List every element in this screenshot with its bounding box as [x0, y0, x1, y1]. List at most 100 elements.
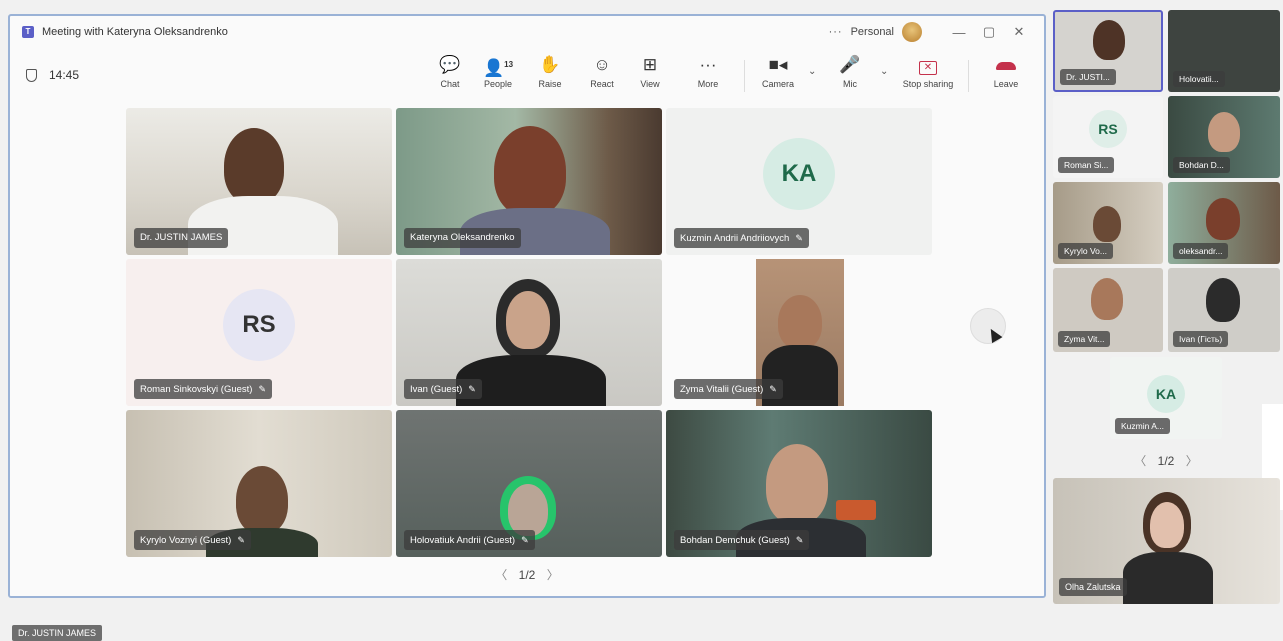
title-bar-controls: ··· Personal — ▢ ✕	[829, 16, 1034, 48]
microphone-icon: 🎤	[839, 55, 861, 74]
gallery-tile[interactable]: Kyrylo Vo...	[1053, 182, 1163, 264]
chat-label: Chat	[440, 79, 460, 89]
participant-name: Dr. JUSTI...	[1066, 72, 1110, 82]
participant-video	[1206, 198, 1240, 240]
muted-mic-icon: ✎	[795, 233, 803, 243]
more-options-button[interactable]: ···	[829, 26, 843, 38]
raise-hand-button[interactable]: ✋ Raise	[526, 54, 574, 89]
view-button[interactable]: ⊞ View	[626, 54, 674, 89]
participant-name: Zyma Vit...	[1064, 334, 1105, 344]
grid-page-indicator: 1/2	[518, 568, 536, 582]
participant-name-tag: Ivan (Гість)	[1173, 331, 1229, 347]
camera-label: Camera	[761, 79, 794, 89]
participant-video	[224, 128, 284, 204]
gallery-tile[interactable]: Ivan (Гість)	[1168, 268, 1280, 352]
muted-mic-icon: ✎	[258, 384, 266, 394]
participant-name-tag: Roman Sinkovskyi (Guest) ✎	[134, 379, 272, 399]
view-label: View	[640, 79, 660, 89]
gallery-tile[interactable]: Zyma Vit...	[1053, 268, 1163, 352]
muted-mic-icon: ✎	[237, 535, 245, 545]
grid-pager: 〈 1/2 〉	[10, 566, 1044, 583]
video-tile[interactable]: Bohdan Demchuk (Guest) ✎	[666, 410, 932, 557]
participant-video	[1123, 552, 1213, 604]
screen: T Meeting with Kateryna Oleksandrenko ··…	[0, 0, 1283, 641]
maximize-button[interactable]: ▢	[974, 24, 1004, 40]
camera-button[interactable]: ■◂ Camera	[754, 54, 802, 89]
react-button[interactable]: ☺ React	[578, 54, 626, 89]
participant-video	[1150, 502, 1184, 548]
more-label: More	[697, 79, 719, 89]
previous-page-chevron-icon[interactable]: 〈	[1134, 454, 1146, 468]
video-tile[interactable]: Kateryna Oleksandrenko	[396, 108, 662, 255]
smiley-icon: ☺	[593, 55, 611, 74]
participant-name: Bohdan Demchuk (Guest)	[680, 535, 790, 546]
video-tile[interactable]: Ivan (Guest) ✎	[396, 259, 662, 406]
video-tile[interactable]: RS Roman Sinkovskyi (Guest) ✎	[126, 259, 392, 406]
chat-icon: 💬	[439, 55, 461, 74]
participant-name: Holovatii...	[1179, 74, 1219, 84]
participant-name-tag: oleksandr...	[1173, 243, 1229, 259]
initials-avatar: RS	[223, 288, 295, 361]
meeting-window: T Meeting with Kateryna Oleksandrenko ··…	[8, 14, 1046, 598]
mic-button[interactable]: 🎤 Mic	[826, 54, 874, 89]
mic-options-chevron-icon[interactable]: ⌄	[880, 66, 888, 77]
video-tile[interactable]: Kyrylo Voznyi (Guest) ✎	[126, 410, 392, 557]
participant-name-tag: Dr. JUSTIN JAMES	[134, 228, 229, 248]
stop-sharing-button[interactable]: ✕ Stop sharing	[898, 54, 958, 89]
chat-button[interactable]: 💬 Chat	[426, 54, 474, 89]
stop-share-icon: ✕	[898, 54, 958, 76]
video-tile[interactable]: Dr. JUSTIN JAMES	[126, 108, 392, 255]
previous-page-chevron-icon[interactable]: 〈	[495, 568, 507, 582]
participant-name-tag: Kateryna Oleksandrenko	[404, 228, 521, 248]
leave-label: Leave	[993, 79, 1019, 89]
more-button[interactable]: ··· More	[684, 54, 732, 89]
gallery-tile[interactable]: oleksandr...	[1168, 182, 1280, 264]
participant-video	[494, 126, 566, 216]
gallery-tile[interactable]: Bohdan D...	[1168, 96, 1280, 178]
next-page-chevron-icon[interactable]: 〉	[547, 568, 559, 582]
meeting-timer: 14:45	[26, 68, 79, 82]
hang-up-icon	[982, 54, 1030, 76]
gallery-tile[interactable]: Olha Zalutska	[1053, 478, 1280, 604]
participant-name-tag: Kuzmin A...	[1115, 418, 1170, 434]
video-tile[interactable]: KA Kuzmin Andrii Andriiovych ✎	[666, 108, 932, 255]
hover-highlight	[970, 308, 1006, 344]
next-page-chevron-icon[interactable]: 〉	[1186, 454, 1198, 468]
gallery-tile[interactable]: Holovatii...	[1168, 10, 1280, 92]
gallery-tile[interactable]: Dr. JUSTI...	[1053, 10, 1163, 92]
participant-video	[506, 291, 550, 349]
grid-view-icon: ⊞	[642, 55, 658, 74]
gallery-tile[interactable]: KA Kuzmin A...	[1110, 357, 1222, 439]
camera-options-chevron-icon[interactable]: ⌄	[808, 66, 816, 77]
account-switcher[interactable]: Personal	[851, 26, 894, 38]
hand-icon: ✋	[539, 55, 561, 74]
mic-label: Mic	[843, 79, 857, 89]
participant-name-tag: Dr. JUSTI...	[1060, 69, 1116, 85]
gallery-tile[interactable]: RS Roman Si...	[1053, 96, 1163, 178]
meeting-toolbar: 14:45 💬 Chat 👤13 People ✋ Raise ☺ React …	[10, 48, 1044, 104]
shield-icon	[26, 68, 37, 82]
participant-name: oleksandr...	[1179, 246, 1223, 256]
title-bar: T Meeting with Kateryna Oleksandrenko ··…	[10, 16, 1044, 48]
minimize-button[interactable]: —	[944, 25, 974, 40]
leave-button[interactable]: Leave	[982, 54, 1030, 89]
participant-name-tag: Bohdan Demchuk (Guest) ✎	[674, 530, 810, 550]
people-button[interactable]: 👤13 People	[474, 54, 522, 89]
profile-avatar[interactable]	[902, 22, 922, 42]
participant-name: Kuzmin Andrii Andriiovych	[680, 233, 790, 244]
video-tile[interactable]: Zyma Vitalii (Guest) ✎	[666, 259, 932, 406]
participant-name-tag: Kyrylo Vo...	[1058, 243, 1113, 259]
participant-name: Kyrylo Vo...	[1064, 246, 1107, 256]
video-tile[interactable]: Holovatiuk Andrii (Guest) ✎	[396, 410, 662, 557]
participant-video	[766, 444, 828, 524]
participant-name: Ivan (Гість)	[1179, 334, 1223, 344]
toolbar-separator	[744, 60, 745, 92]
participant-video	[778, 295, 822, 349]
camera-icon: ■◂	[768, 55, 788, 74]
close-button[interactable]: ✕	[1004, 24, 1034, 40]
video-grid: Dr. JUSTIN JAMES Kateryna Oleksandrenko …	[10, 104, 1044, 596]
participant-video	[1091, 278, 1123, 320]
participant-name-tag: Kyrylo Voznyi (Guest) ✎	[134, 530, 251, 550]
participant-name: Olha Zalutska	[1065, 582, 1121, 592]
window-title: Meeting with Kateryna Oleksandrenko	[42, 26, 228, 38]
